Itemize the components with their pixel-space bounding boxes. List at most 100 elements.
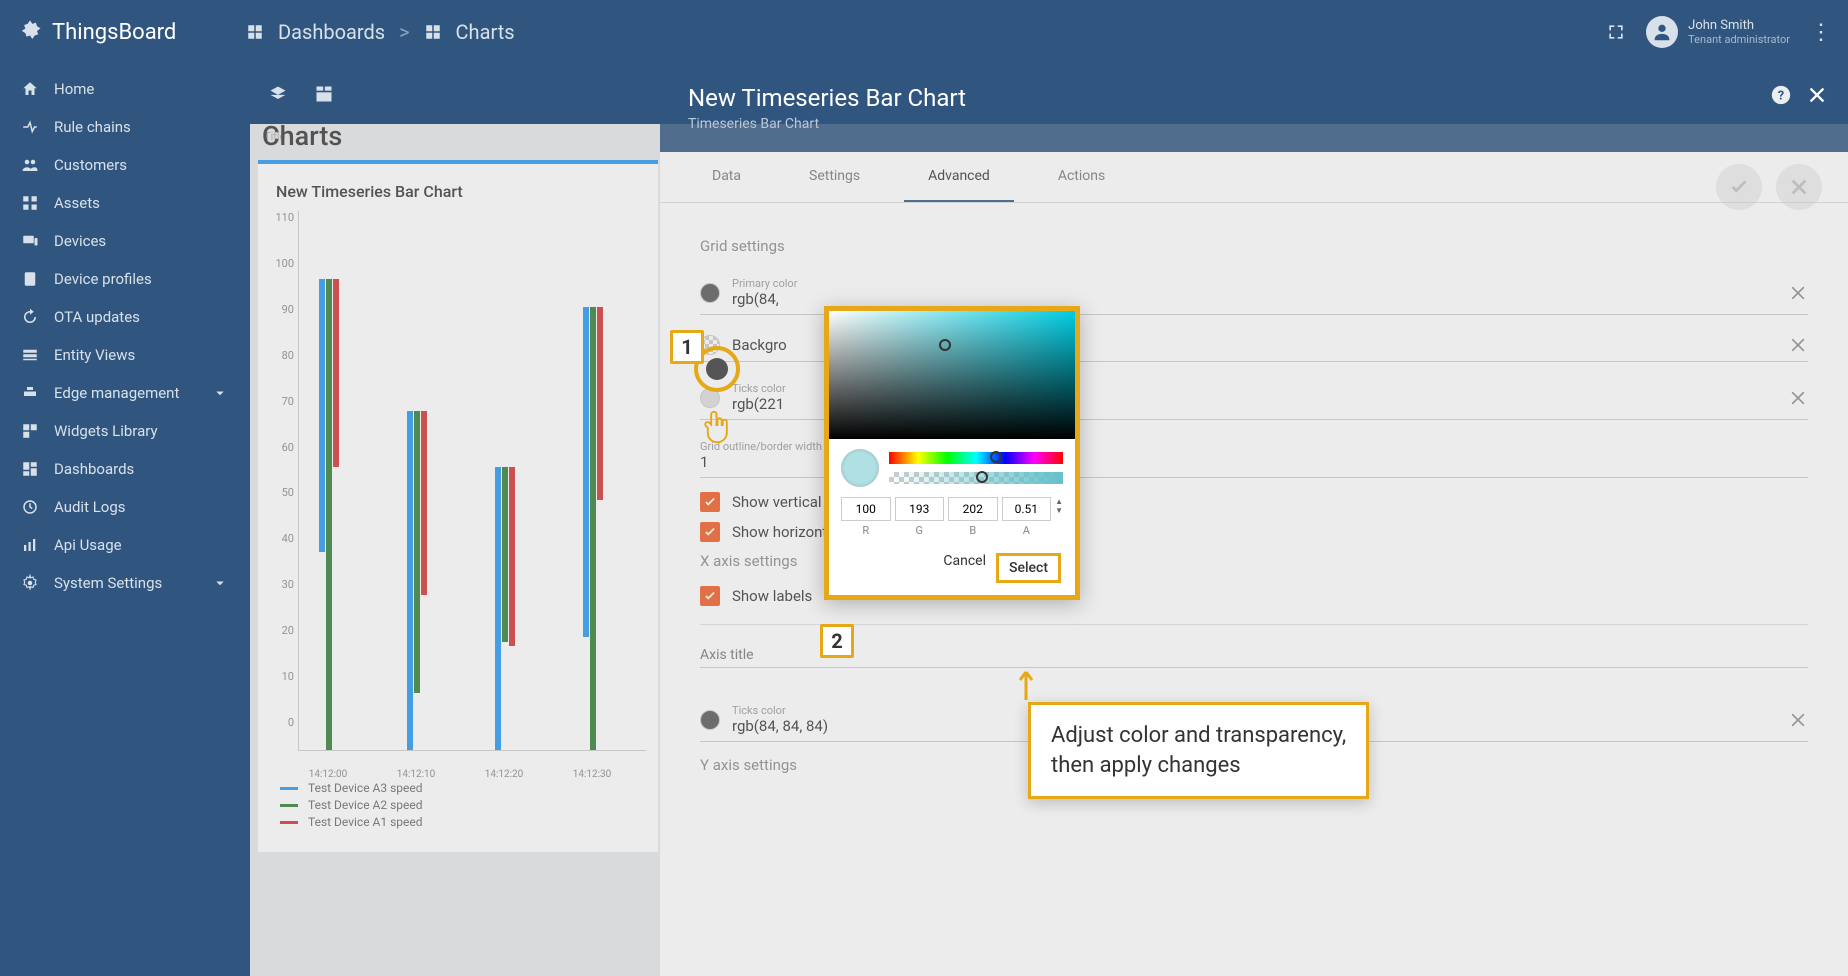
- b-input[interactable]: [948, 497, 998, 521]
- a-input[interactable]: [1002, 497, 1052, 521]
- chart-widget[interactable]: Charts New Timeseries Bar Chart 11010090…: [258, 160, 658, 852]
- dashboard-icon: [20, 460, 40, 478]
- sidebar-item-home[interactable]: Home: [0, 70, 250, 108]
- cancel-fab[interactable]: [1776, 164, 1822, 210]
- annotation-ring-swatch: [706, 358, 728, 380]
- tab-settings[interactable]: Settings: [785, 152, 884, 202]
- alpha-thumb[interactable]: [976, 471, 988, 483]
- user-name: John Smith: [1688, 18, 1790, 34]
- chevron-down-icon: [210, 574, 230, 592]
- sidebar-item-dashboards[interactable]: Dashboards: [0, 450, 250, 488]
- breadcrumb-root[interactable]: Dashboards: [278, 20, 385, 44]
- axis-title-input[interactable]: [700, 643, 1808, 668]
- help-icon[interactable]: ?: [1770, 84, 1792, 106]
- svg-text:?: ?: [1778, 89, 1784, 104]
- g-input[interactable]: [895, 497, 945, 521]
- color-swatch-icon: [700, 710, 720, 730]
- format-toggle[interactable]: ▲▼: [1055, 497, 1063, 515]
- kebab-icon[interactable]: ⋮: [1810, 20, 1832, 45]
- flow-icon: [20, 118, 40, 136]
- clear-icon[interactable]: [1788, 388, 1808, 408]
- sidebar: Home Rule chains Customers Assets Device…: [0, 64, 250, 976]
- sidebar-item-devices[interactable]: Devices: [0, 222, 250, 260]
- gear-icon: [20, 574, 40, 592]
- sidebar-item-customers[interactable]: Customers: [0, 146, 250, 184]
- update-icon: [20, 308, 40, 326]
- audit-icon: [20, 498, 40, 516]
- layers-icon[interactable]: [268, 84, 288, 104]
- sidebar-item-settings[interactable]: System Settings: [0, 564, 250, 602]
- topbar: ThingsBoard Dashboards > Charts John Smi…: [0, 0, 1848, 64]
- select-button[interactable]: Select: [996, 553, 1061, 583]
- avatar-icon: [1646, 16, 1678, 48]
- profile-icon: [20, 270, 40, 288]
- grid-icon[interactable]: [314, 84, 334, 104]
- sidebar-item-entity-views[interactable]: Entity Views: [0, 336, 250, 374]
- dashboard-icon: [424, 23, 442, 41]
- clear-icon[interactable]: [1788, 710, 1808, 730]
- sidebar-item-edge[interactable]: Edge management: [0, 374, 250, 412]
- tabs: Data Settings Advanced Actions: [660, 152, 1848, 203]
- dashboard-icon: [246, 23, 264, 41]
- clear-icon[interactable]: [1788, 283, 1808, 303]
- panel-header: New Timeseries Bar Chart Timeseries Bar …: [660, 64, 1848, 152]
- sidebar-item-rule-chains[interactable]: Rule chains: [0, 108, 250, 146]
- chevron-down-icon: [210, 384, 230, 402]
- views-icon: [20, 346, 40, 364]
- annotation-marker-2: 2: [820, 624, 854, 658]
- chart-plot: 1101009080706050403020100 14:12:0014:12:…: [270, 211, 646, 751]
- user-role: Tenant administrator: [1688, 33, 1790, 46]
- checkbox-checked-icon: [700, 586, 720, 606]
- color-swatch-icon: [700, 283, 720, 303]
- tab-actions[interactable]: Actions: [1034, 152, 1129, 202]
- cancel-button[interactable]: Cancel: [943, 553, 986, 583]
- widgets-icon: [20, 422, 40, 440]
- color-picker-popup: R G B A ▲▼ Cancel Select: [824, 306, 1080, 600]
- chart-icon: [20, 536, 40, 554]
- fab-row: [1716, 164, 1822, 210]
- annotation-callout: Adjust color and transparency, then appl…: [1028, 702, 1369, 799]
- clear-icon[interactable]: [1788, 335, 1808, 355]
- checkbox-checked-icon: [700, 492, 720, 512]
- logo[interactable]: ThingsBoard: [16, 18, 246, 46]
- edge-icon: [20, 384, 40, 402]
- pointer-hand-icon: [700, 408, 732, 446]
- page-title: Charts: [262, 120, 342, 152]
- breadcrumb: Dashboards > Charts: [246, 20, 515, 44]
- hue-slider[interactable]: [889, 452, 1063, 464]
- tab-advanced[interactable]: Advanced: [904, 152, 1014, 202]
- r-input[interactable]: [841, 497, 891, 521]
- color-preview: [841, 449, 879, 487]
- close-icon[interactable]: [1806, 84, 1828, 106]
- alpha-slider[interactable]: [889, 472, 1063, 484]
- grid-settings-heading: Grid settings: [700, 237, 1808, 255]
- sidebar-item-audit[interactable]: Audit Logs: [0, 488, 250, 526]
- user-menu[interactable]: John Smith Tenant administrator: [1646, 16, 1790, 48]
- fullscreen-icon[interactable]: [1606, 22, 1626, 42]
- devices-icon: [20, 232, 40, 250]
- brand-text: ThingsBoard: [52, 20, 176, 45]
- panel-subtitle: Timeseries Bar Chart: [688, 116, 1820, 132]
- panel-title: New Timeseries Bar Chart: [688, 84, 1820, 112]
- home-icon: [20, 80, 40, 98]
- sidebar-item-assets[interactable]: Assets: [0, 184, 250, 222]
- breadcrumb-current[interactable]: Charts: [456, 20, 515, 44]
- rgba-inputs: R G B A ▲▼: [829, 491, 1075, 543]
- hue-thumb[interactable]: [990, 451, 1002, 463]
- annotation-marker-1: 1: [670, 330, 704, 364]
- widget-title: New Timeseries Bar Chart: [276, 182, 646, 201]
- sidebar-item-api-usage[interactable]: Api Usage: [0, 526, 250, 564]
- checkbox-checked-icon: [700, 522, 720, 542]
- apply-fab[interactable]: [1716, 164, 1762, 210]
- legend: Test Device A3 speedTest Device A2 speed…: [280, 781, 646, 829]
- sat-cursor[interactable]: [939, 339, 951, 351]
- sidebar-item-widgets[interactable]: Widgets Library: [0, 412, 250, 450]
- sidebar-item-ota[interactable]: OTA updates: [0, 298, 250, 336]
- breadcrumb-sep: >: [399, 20, 409, 44]
- logo-icon: [16, 18, 44, 46]
- saturation-panel[interactable]: [829, 311, 1075, 439]
- assets-icon: [20, 194, 40, 212]
- tab-data[interactable]: Data: [688, 152, 765, 202]
- sidebar-item-device-profiles[interactable]: Device profiles: [0, 260, 250, 298]
- people-icon: [20, 156, 40, 174]
